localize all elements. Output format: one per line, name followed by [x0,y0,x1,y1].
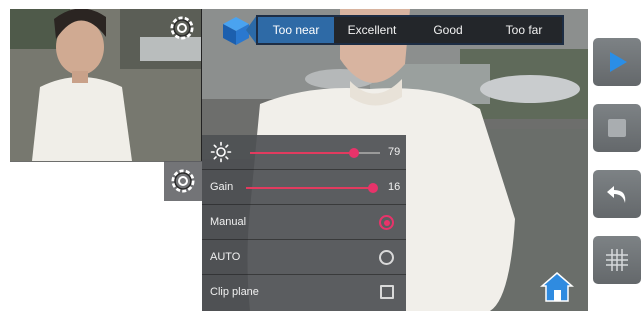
exposure-slider-thumb[interactable] [349,148,359,158]
manual-option[interactable]: Manual [202,205,406,240]
gear-icon [171,169,195,193]
camera-settings-panel: 79 Gain 16 Manual AUTO Clip plane [202,135,406,311]
undo-button[interactable] [593,170,641,218]
exposure-slider-fill [250,152,354,154]
grid-button[interactable] [593,236,641,284]
undo-icon [607,186,626,203]
gain-label: Gain [210,181,234,193]
clip-plane-label: Clip plane [210,286,259,298]
exposure-value: 79 [388,146,401,158]
gain-row: Gain 16 [202,170,406,205]
distance-indicator: Too near Excellent Good Too far [256,15,564,45]
clip-plane-option[interactable]: Clip plane [202,275,406,310]
clip-plane-checkbox[interactable] [380,285,394,299]
scanner-viewport: Too near Excellent Good Too far 79 Gain … [10,9,588,311]
distance-good: Good [433,23,463,37]
camera-settings-gear-icon[interactable] [167,13,197,43]
auto-radio[interactable] [379,250,394,265]
distance-excellent: Excellent [347,23,397,37]
manual-radio[interactable] [379,215,394,230]
grid-icon [606,249,628,271]
gain-slider-thumb[interactable] [368,183,378,193]
stop-button[interactable] [593,104,641,152]
home-icon[interactable] [540,271,574,303]
distance-too-far: Too far [505,23,543,37]
auto-option[interactable]: AUTO [202,240,406,275]
exposure-row: 79 [202,135,406,170]
color-camera-preview[interactable] [10,9,202,161]
gain-value: 16 [388,181,401,193]
play-button[interactable] [593,38,641,86]
manual-label: Manual [210,216,247,228]
play-icon [610,52,627,72]
brightness-icon [210,141,232,163]
depth-settings-button[interactable] [164,161,202,201]
gain-slider-fill [246,187,373,189]
stop-icon [608,119,626,137]
auto-label: AUTO [210,251,241,263]
distance-too-near: Too near [258,17,334,43]
